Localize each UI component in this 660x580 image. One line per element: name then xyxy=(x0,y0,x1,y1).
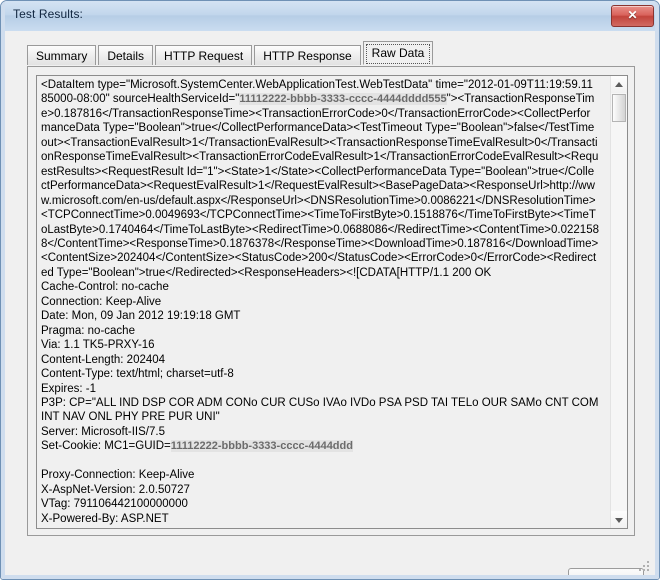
header-line: Content-Length: 202404 xyxy=(41,353,166,366)
tab-details[interactable]: Details xyxy=(98,45,154,65)
tab-strip: Summary Details HTTP Request HTTP Respon… xyxy=(27,41,435,67)
header-line: Date: Mon, 09 Jan 2012 19:19:18 GMT xyxy=(41,310,241,323)
scroll-up-button[interactable] xyxy=(611,76,627,93)
scroll-down-arrow-icon xyxy=(615,517,623,523)
header-line: Content-Type: text/html; charset=utf-8 xyxy=(41,368,234,381)
header-line: Expires: -1 xyxy=(41,382,96,395)
title-bar[interactable]: Test Results: ✕ xyxy=(1,1,659,32)
xml-segment-2: "><TransactionResponseTime>0.187816</Tra… xyxy=(41,93,599,279)
tab-page-raw-data: <DataItem type="Microsoft.SystemCenter.W… xyxy=(27,66,635,536)
tab-http-request-label: HTTP Request xyxy=(164,49,244,63)
close-icon: ✕ xyxy=(627,8,638,22)
test-results-dialog: Test Results: ✕ Summary Details HTTP Req… xyxy=(0,0,660,580)
header-line: Server: Microsoft-IIS/7.5 xyxy=(41,425,165,438)
tab-raw-data-label: Raw Data xyxy=(371,46,425,60)
window-title: Test Results: xyxy=(13,7,83,21)
header-line: VTag: 791106442100000000 xyxy=(41,498,188,511)
resize-grip[interactable] xyxy=(639,561,651,573)
scroll-down-button[interactable] xyxy=(611,511,627,528)
header-line: X-AspNet-Version: 2.0.50727 xyxy=(41,483,190,496)
tab-raw-data[interactable]: Raw Data xyxy=(362,41,434,65)
raw-data-text: <DataItem type="Microsoft.SystemCenter.W… xyxy=(41,78,599,526)
header-line: Proxy-Connection: Keep-Alive xyxy=(41,469,195,482)
header-line: Via: 1.1 TK5-PRXY-16 xyxy=(41,339,155,352)
close-button[interactable]: Close xyxy=(568,568,644,580)
close-button-label: lose xyxy=(599,573,622,580)
vertical-scrollbar[interactable] xyxy=(610,76,627,528)
redacted-guid-1: 11112222-bbbb-3333-cccc-4444dddd555 xyxy=(239,93,447,106)
header-line: Cache-Control: no-cache xyxy=(41,281,169,294)
header-line: Connection: Keep-Alive xyxy=(41,295,162,308)
header-line: Pragma: no-cache xyxy=(41,324,135,337)
dialog-client-area: Summary Details HTTP Request HTTP Respon… xyxy=(5,31,657,580)
tab-http-response-label: HTTP Response xyxy=(263,49,352,63)
scroll-thumb[interactable] xyxy=(612,94,626,122)
set-cookie-prefix: Set-Cookie: MC1=GUID= xyxy=(41,440,171,453)
raw-data-textbox[interactable]: <DataItem type="Microsoft.SystemCenter.W… xyxy=(36,75,628,529)
tab-summary-label: Summary xyxy=(36,49,88,63)
redacted-guid-2: 11112222-bbbb-3333-cccc-4444ddd xyxy=(170,440,353,453)
scroll-up-arrow-icon xyxy=(615,81,623,87)
tab-http-request[interactable]: HTTP Request xyxy=(155,45,253,65)
tab-details-label: Details xyxy=(107,49,145,63)
tab-http-response[interactable]: HTTP Response xyxy=(254,45,361,65)
tab-summary[interactable]: Summary xyxy=(27,45,97,65)
set-cookie-line: Set-Cookie: MC1=GUID=11112222-bbbb-3333-… xyxy=(41,439,599,453)
header-line-p3p: P3P: CP="ALL IND DSP COR ADM CONo CUR CU… xyxy=(41,396,602,424)
header-line: X-Powered-By: ASP.NET xyxy=(41,512,169,525)
close-window-button[interactable]: ✕ xyxy=(611,5,654,27)
